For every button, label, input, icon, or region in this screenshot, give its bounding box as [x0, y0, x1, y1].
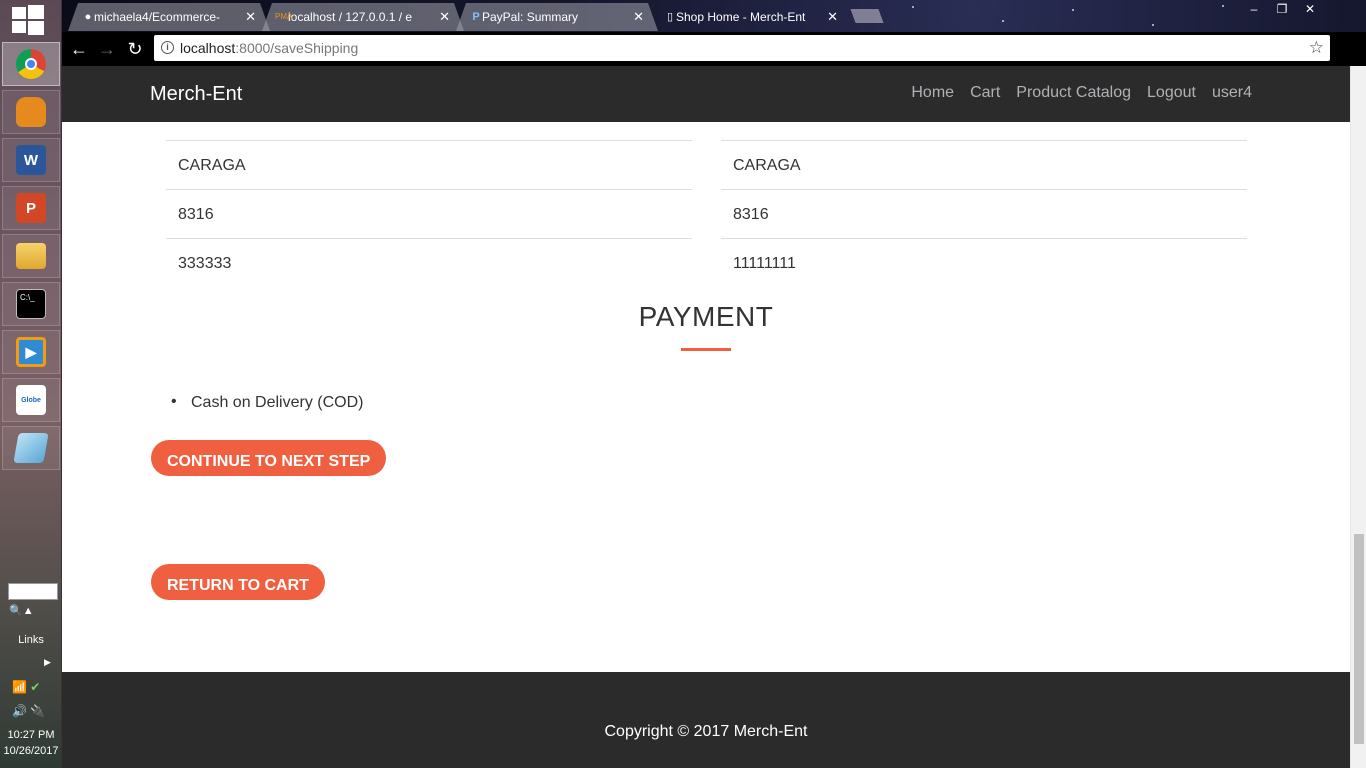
tab-phpmyadmin[interactable]: PMA localhost / 127.0.0.1 / e ✕ [262, 3, 464, 31]
tab-title: localhost / 127.0.0.1 / e [288, 10, 413, 24]
table-row: 11111111 [721, 238, 1247, 287]
taskbar-app-command-prompt[interactable]: C:\_ [2, 282, 60, 326]
close-icon[interactable]: ✕ [633, 9, 644, 25]
tab-paypal[interactable]: P PayPal: Summary ✕ [456, 3, 658, 31]
nav-logout[interactable]: Logout [1147, 84, 1196, 102]
site-navbar: Merch-Ent Home Cart Product Catalog Logo… [62, 66, 1350, 122]
new-tab-button[interactable] [850, 9, 884, 23]
taskbar-app-media-player[interactable]: ▶ [2, 330, 60, 374]
site-footer: Copyright © 2017 Merch-Ent [62, 672, 1350, 768]
bookmark-star-icon[interactable]: ☆ [1309, 38, 1324, 58]
terminal-icon: C:\_ [16, 289, 46, 319]
close-icon[interactable]: ✕ [245, 9, 256, 25]
tray-shield-icon[interactable]: ✔ [30, 680, 40, 694]
media-player-icon: ▶ [16, 337, 46, 367]
brand-logo[interactable]: Merch-Ent [150, 83, 242, 106]
chrome-icon [16, 49, 46, 79]
address-bar[interactable]: i localhost:8000/saveShipping ☆ [154, 35, 1330, 61]
chevron-right-icon[interactable]: ▶ [44, 657, 51, 668]
clock-time: 10:27 PM [7, 729, 55, 741]
links-toolbar-label[interactable]: Links [0, 634, 62, 646]
globe-icon: Globe [16, 385, 46, 415]
nav-cart[interactable]: Cart [970, 84, 1000, 102]
powerpoint-icon: P [16, 193, 46, 223]
payment-heading: PAYMENT [638, 301, 774, 332]
reload-icon[interactable]: ↻ [122, 37, 148, 61]
paypal-icon: P [472, 11, 480, 23]
windows-logo-icon[interactable] [12, 5, 48, 35]
back-arrow-icon[interactable]: ← [66, 37, 92, 61]
continue-next-step-button[interactable]: CONTINUE TO NEXT STEP [151, 440, 387, 476]
url-path: :8000/saveShipping [235, 40, 359, 56]
github-icon: ● [84, 11, 92, 23]
taskbar-app-chrome[interactable] [2, 42, 60, 86]
taskbar-app-powerpoint[interactable]: P [2, 186, 60, 230]
url-host: localhost [180, 40, 236, 56]
page-icon: ▯ [666, 11, 674, 23]
backpack-icon [16, 97, 46, 127]
list-item: Cash on Delivery (COD) [171, 393, 363, 412]
table-row: CARAGA [166, 140, 692, 189]
heading-divider [681, 348, 731, 351]
taskbar-app-file-explorer[interactable] [2, 234, 60, 278]
tab-github[interactable]: ● michaela4/Ecommerce- ✕ [68, 3, 270, 31]
vertical-scrollbar[interactable] [1350, 66, 1366, 768]
folder-icon [16, 243, 46, 269]
taskbar-search-input[interactable] [8, 583, 58, 600]
return-to-cart-button[interactable]: RETURN TO CART [151, 564, 325, 600]
taskbar-app-word[interactable]: W [2, 138, 60, 182]
phpmyadmin-icon: PMA [275, 12, 293, 21]
copyright-text: Copyright © 2017 Merch-Ent [604, 723, 808, 740]
nav-product-catalog[interactable]: Product Catalog [1016, 84, 1131, 102]
word-icon: W [16, 145, 46, 175]
tab-title: michaela4/Ecommerce- [94, 10, 221, 24]
info-icon[interactable]: i [161, 41, 174, 54]
taskbar-clock[interactable]: 10:27 PM 10/26/2017 [0, 727, 62, 759]
nav-home[interactable]: Home [911, 84, 954, 102]
page-viewport: Merch-Ent Home Cart Product Catalog Logo… [62, 66, 1366, 768]
table-row: CARAGA [721, 140, 1247, 189]
restore-icon[interactable]: ❐ [1268, 0, 1296, 18]
scrollbar-thumb[interactable] [1354, 534, 1364, 744]
tray-power-icon[interactable]: 🔌 [30, 704, 45, 718]
close-icon[interactable]: ✕ [439, 9, 450, 25]
tray-volume-icon[interactable]: 🔊 🔌 [12, 704, 45, 718]
tray-network-icon[interactable]: 📶 ✔ [12, 680, 40, 694]
notepad-icon [13, 433, 49, 463]
table-row: 333333 [166, 238, 692, 287]
taskbar-app-notepad[interactable] [2, 426, 60, 470]
tab-title: PayPal: Summary [482, 10, 579, 24]
forward-arrow-icon[interactable]: → [94, 37, 120, 61]
clock-date: 10/26/2017 [3, 745, 59, 757]
tab-shop-home[interactable]: ▯ Shop Home - Merch-Ent ✕ [650, 3, 852, 31]
browser-tab-strip: ● michaela4/Ecommerce- ✕ PMA localhost /… [62, 0, 1366, 32]
minimize-icon[interactable]: – [1240, 0, 1268, 18]
browser-toolbar: ← → ↻ i localhost:8000/saveShipping ☆ [62, 32, 1366, 66]
close-window-icon[interactable]: ✕ [1296, 0, 1324, 18]
payment-options-list: Cash on Delivery (COD) [171, 393, 363, 412]
taskbar-app-backpack[interactable] [2, 90, 60, 134]
close-icon[interactable]: ✕ [827, 9, 838, 25]
windows-taskbar: W P C:\_ ▶ Globe 🔍▲ Links ▶ 📶 ✔ 🔊 🔌 10:2… [0, 0, 62, 768]
taskbar-app-globe-broadband[interactable]: Globe [2, 378, 60, 422]
tab-title: Shop Home - Merch-Ent [676, 10, 806, 24]
table-row: 8316 [166, 189, 692, 238]
search-icon[interactable]: 🔍▲ [9, 604, 34, 617]
nav-user[interactable]: user4 [1212, 84, 1252, 102]
nav-links: Home Cart Product Catalog Logout user4 [911, 84, 1252, 102]
table-row: 8316 [721, 189, 1247, 238]
